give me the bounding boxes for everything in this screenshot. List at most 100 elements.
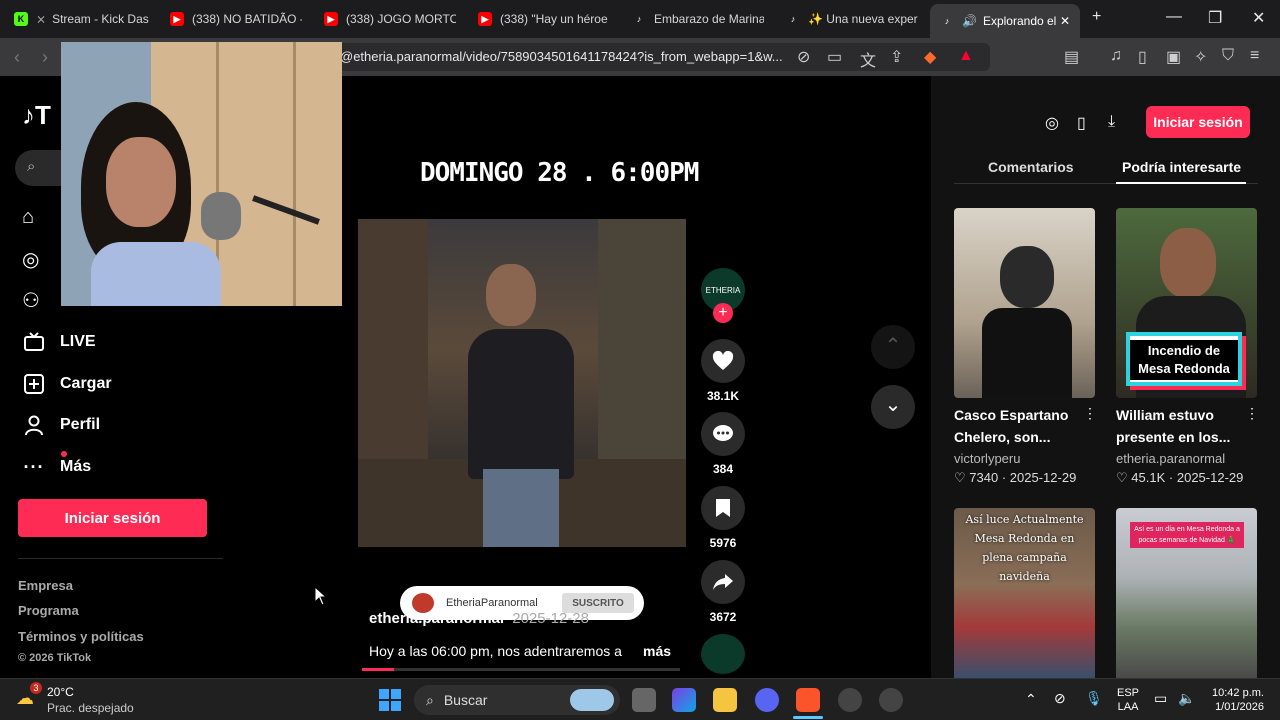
tray-app-icon[interactable]: ⊘ bbox=[1054, 690, 1066, 707]
tab-recommended[interactable]: Podría interesarte bbox=[1122, 159, 1241, 175]
following-icon[interactable]: ⚇ bbox=[22, 288, 40, 313]
brave-icon[interactable] bbox=[796, 688, 820, 712]
maximize-icon[interactable]: ❐ bbox=[1208, 8, 1222, 28]
author-name[interactable]: etheria.paranormal bbox=[369, 610, 504, 627]
brave-rewards-icon[interactable]: ▲ bbox=[958, 47, 974, 65]
card-more-icon[interactable]: ⋮ bbox=[1083, 405, 1097, 422]
sidebar-item-live[interactable]: LIVE bbox=[22, 330, 96, 354]
home-icon[interactable]: ⌂ bbox=[22, 206, 34, 229]
m365-icon[interactable] bbox=[672, 688, 696, 712]
comment-icon[interactable] bbox=[701, 412, 745, 456]
windows-start-icon[interactable] bbox=[378, 688, 402, 712]
video-thumb-3[interactable]: Así luce Actualmente Mesa Redonda en ple… bbox=[954, 508, 1095, 678]
reading-list-icon[interactable]: ▤ bbox=[1064, 47, 1079, 67]
share-icon[interactable]: ⇪ bbox=[890, 47, 903, 67]
download-icon[interactable]: ⤓ bbox=[1108, 113, 1115, 131]
weather-widget[interactable]: ☁ 3 bbox=[16, 682, 42, 708]
tab-comments[interactable]: Comentarios bbox=[988, 159, 1074, 175]
card-author-2[interactable]: etheria.paranormal bbox=[1116, 451, 1225, 466]
menu-icon[interactable]: ≡ bbox=[1250, 47, 1259, 65]
new-tab-icon[interactable]: + bbox=[1092, 8, 1101, 26]
tab-kick[interactable]: K ⨯ Stream - Kick Das bbox=[14, 6, 154, 32]
login-button-top[interactable]: Iniciar sesión bbox=[1146, 106, 1250, 138]
heart-icon[interactable] bbox=[701, 339, 745, 383]
tab-youtube-3[interactable]: ▶ (338) "Hay un héroe e bbox=[478, 6, 610, 32]
compass-icon[interactable]: ◎ bbox=[1045, 113, 1059, 133]
tab-tiktok-2[interactable]: ♪ ✨ Una nueva experi bbox=[786, 6, 918, 32]
follow-plus-icon[interactable]: + bbox=[713, 303, 733, 323]
man-jacket bbox=[468, 329, 574, 479]
next-video-icon[interactable]: ⌄ bbox=[871, 385, 915, 429]
save-action[interactable]: 5976 bbox=[700, 486, 746, 550]
wallet-icon[interactable]: ▣ bbox=[1166, 47, 1181, 67]
clock[interactable]: 10:42 p.m. 1/01/2026 bbox=[1206, 686, 1264, 714]
active-app-indicator bbox=[793, 716, 823, 719]
close-tab-icon[interactable]: ✕ bbox=[1060, 14, 1070, 28]
minimize-icon[interactable]: — bbox=[1166, 8, 1182, 26]
leo-ai-icon[interactable]: ✧ bbox=[1194, 47, 1207, 67]
card-title-1[interactable]: Casco Espartano Chelero, son... bbox=[954, 404, 1084, 448]
sidebar-item-label: Cargar bbox=[60, 375, 112, 392]
tab-tiktok-1[interactable]: ♪ Embarazo de Marina bbox=[632, 6, 764, 32]
video-progress-track[interactable] bbox=[362, 668, 680, 671]
man-head bbox=[486, 264, 536, 326]
cast-icon[interactable]: ▭ bbox=[827, 47, 842, 67]
weather-temp[interactable]: 20°C bbox=[47, 685, 74, 699]
discord-icon[interactable] bbox=[755, 688, 779, 712]
weather-desc[interactable]: Prac. despejado bbox=[47, 701, 134, 715]
footer-link-company[interactable]: Empresa bbox=[18, 578, 73, 593]
footer-link-program[interactable]: Programa bbox=[18, 603, 79, 618]
reader-off-icon[interactable]: ⊘ bbox=[797, 47, 810, 67]
music-disc[interactable] bbox=[701, 634, 745, 674]
tab-youtube-2[interactable]: ▶ (338) JOGO MORTO - bbox=[324, 6, 456, 32]
file-explorer-icon[interactable] bbox=[713, 688, 737, 712]
sidebar-icon[interactable]: ▯ bbox=[1138, 47, 1147, 67]
network-icon[interactable]: ▭ bbox=[1154, 690, 1167, 707]
task-view-icon[interactable] bbox=[632, 688, 656, 712]
tray-overflow-icon[interactable]: ⌃ bbox=[1025, 691, 1037, 708]
phone-icon[interactable]: ▯ bbox=[1077, 113, 1086, 133]
tab-tiktok-active[interactable]: ♪ 🔊 Explorando el ✕ bbox=[930, 4, 1080, 38]
video-thumb-2[interactable]: Incendio de Mesa Redonda bbox=[1116, 208, 1257, 398]
card-author-1[interactable]: victorlyperu bbox=[954, 451, 1020, 466]
explore-icon[interactable]: ◎ bbox=[22, 247, 39, 272]
login-button[interactable]: Iniciar sesión bbox=[18, 499, 207, 537]
vpn-icon[interactable]: ⛉ bbox=[1222, 47, 1234, 65]
comment-action[interactable]: 384 bbox=[700, 412, 746, 476]
search-highlight-icon bbox=[570, 689, 614, 711]
taskbar-search[interactable]: ⌕ Buscar bbox=[414, 685, 620, 715]
sidebar-item-upload[interactable]: Cargar bbox=[22, 372, 112, 396]
like-action[interactable]: 38.1K bbox=[700, 339, 746, 403]
video-thumb-1[interactable] bbox=[954, 208, 1095, 398]
share-arrow-icon[interactable] bbox=[701, 560, 745, 604]
obs-icon[interactable] bbox=[838, 688, 862, 712]
card-title-2[interactable]: William estuvo presente en los... bbox=[1116, 404, 1246, 448]
media-icon[interactable]: ♫ bbox=[1110, 47, 1122, 65]
language-indicator[interactable]: ESP LAA bbox=[1117, 686, 1139, 714]
url-text[interactable]: @etheria.paranormal/video/75890345016411… bbox=[340, 49, 783, 64]
volume-icon[interactable]: 🔈 bbox=[1178, 690, 1195, 707]
card-more-icon[interactable]: ⋮ bbox=[1245, 405, 1259, 422]
video-player[interactable] bbox=[358, 219, 686, 547]
address-bar[interactable]: @etheria.paranormal/video/75890345016411… bbox=[300, 43, 990, 71]
microphone-icon[interactable]: 🎙 bbox=[1085, 690, 1103, 707]
prev-video-icon[interactable]: ⌃ bbox=[871, 325, 915, 369]
forward-icon[interactable]: › bbox=[42, 47, 48, 68]
share-action[interactable]: 3672 bbox=[700, 560, 746, 624]
sidebar-item-profile[interactable]: Perfil bbox=[22, 413, 100, 437]
translate-icon[interactable]: 文 bbox=[860, 47, 876, 71]
tab-youtube-1[interactable]: ▶ (338) NO BATIDÃO - 2 bbox=[170, 6, 302, 32]
video-author[interactable]: etheria.paranormal 2025-12-28 bbox=[369, 610, 589, 627]
back-icon[interactable]: ‹ bbox=[14, 47, 20, 68]
footer-link-terms[interactable]: Términos y políticas bbox=[18, 629, 144, 644]
caption-more-link[interactable]: más bbox=[643, 643, 671, 659]
tab-close-mark[interactable]: ⨯ bbox=[36, 12, 46, 26]
tiktok-logo[interactable]: ♪T bbox=[22, 100, 51, 131]
close-window-icon[interactable]: ✕ bbox=[1252, 8, 1265, 28]
app-icon[interactable] bbox=[879, 688, 903, 712]
bookmark-icon[interactable] bbox=[701, 486, 745, 530]
sidebar-item-more[interactable]: ··· Más bbox=[22, 451, 91, 479]
youtube-icon: ▶ bbox=[170, 12, 184, 26]
brave-shield-icon[interactable]: ◆ bbox=[924, 47, 936, 67]
video-thumb-4[interactable]: Así es un día en Mesa Redonda a pocas se… bbox=[1116, 508, 1257, 678]
